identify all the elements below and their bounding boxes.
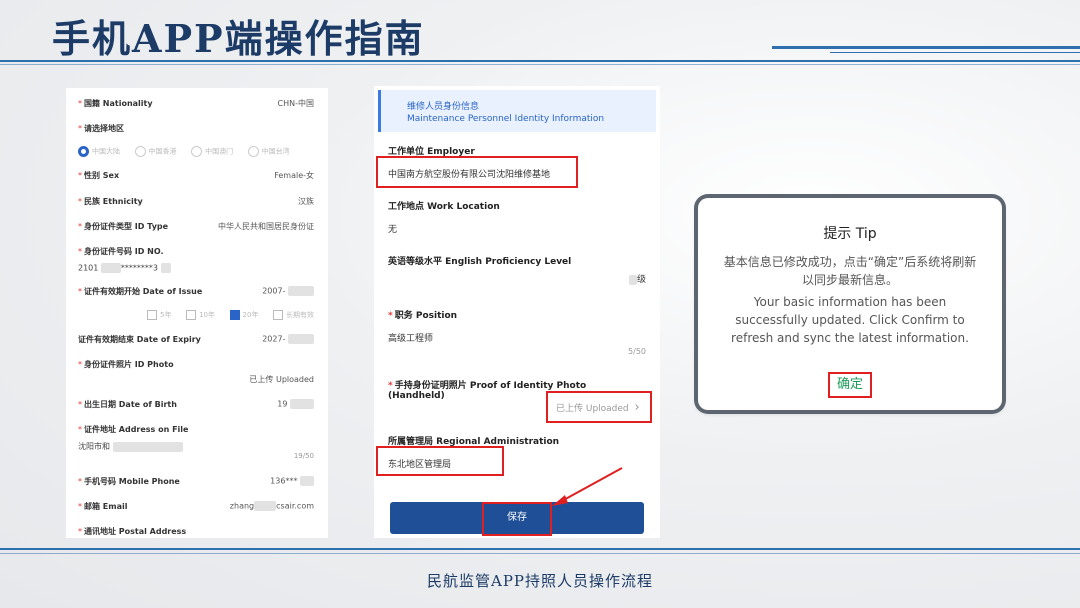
region-label: 请选择地区 [84,124,124,133]
issue-date-label: 证件有效期开始 Date of Issue [84,287,203,296]
work-location-value: 无 [388,225,398,235]
redaction [254,501,277,511]
dialog-title: 提示 Tip [823,226,877,242]
validity-option-10y[interactable]: 10年 [186,310,215,320]
personnel-identity-form: 维修人员身份信息 Maintenance Personnel Identity … [374,86,660,538]
redaction [288,334,314,344]
proof-photo-highlight-box [546,391,652,423]
mobile-label: 手机号码 Mobile Phone [84,477,180,486]
position-label: 职务 Position [394,311,458,321]
idtype-value: 中华人民共和国居民身份证 [218,222,314,231]
idno-value-suffix: ********3 [120,263,158,273]
section-title-zh: 维修人员身份信息 [407,102,480,112]
title-deco-line-thin [830,52,1080,53]
nationality-row[interactable]: * 国籍 Nationality CHN-中国 [78,98,314,109]
mobile-value: 136*** [270,476,298,486]
expiry-date-value: 2027- [262,334,286,344]
redaction [290,399,314,409]
redaction [288,286,314,296]
address-counter: 19/50 [293,452,314,460]
sex-value: Female-女 [274,171,314,180]
address-label: 证件地址 Address on File [84,425,189,434]
email-label: 邮箱 Email [84,502,128,511]
confirm-button[interactable]: 确定 [828,372,872,398]
sex-label: 性别 Sex [84,171,120,180]
region-option-taiwan[interactable]: 中国台湾 [247,146,290,157]
id-photo-row[interactable]: * 身份证件照片 ID Photo [78,359,314,370]
email-row[interactable]: * 邮箱 Email zhang csair.com [78,501,314,512]
work-location-row[interactable]: 工作地点 Work Location 无 [388,199,646,235]
regional-admin-highlight-box [376,446,504,476]
dob-value: 19 [277,399,288,409]
english-level-label: 英语等级水平 English Proficiency Level [388,257,572,267]
issue-date-row[interactable]: * 证件有效期开始 Date of Issue 2007- [78,286,314,297]
ethnicity-label: 民族 Ethnicity [84,197,143,206]
title-underline-thin [0,64,1080,65]
idno-row[interactable]: * 身份证件号码 ID NO. 2101 ********3 [78,246,314,273]
page-title: 手机APP端操作指南 [52,16,425,61]
english-level-value-wrap: 级 [628,272,646,285]
address-row[interactable]: * 证件地址 Address on File 沈阳市和 19/50 [78,424,314,460]
id-photo-status: 已上传 Uploaded [249,375,314,384]
email-value-prefix: zhang [229,501,255,511]
region-option-mainland[interactable]: 中国大陆 [78,146,120,157]
dialog-message-en: Your basic information has been successf… [731,295,969,345]
redaction [160,263,171,273]
validity-option-20y[interactable]: 20年 [229,310,258,320]
basic-info-form: * 国籍 Nationality CHN-中国 * 请选择地区 中国大陆 中国香港 … [66,88,328,538]
footer-line [0,548,1080,550]
validity-option-permanent[interactable]: 长期有效 [273,310,314,320]
footer-caption: 民航监管APP持照人员操作流程 [426,572,654,590]
employer-highlight-box [376,156,578,188]
save-highlight-box [482,502,552,536]
tip-dialog: 提示 Tip 基本信息已修改成功，点击“确定”后系统将刷新以同步最新信息。 Yo… [698,198,1002,410]
section-header: 维修人员身份信息 Maintenance Personnel Identity … [378,90,656,132]
title-underline [0,60,1080,62]
ethnicity-value: 汉族 [298,197,314,206]
issue-date-value: 2007- [262,286,286,296]
ethnicity-row[interactable]: * 民族 Ethnicity 汉族 [78,196,314,207]
redaction [100,263,121,273]
dob-label: 出生日期 Date of Birth [84,400,177,409]
dialog-message-zh: 基本信息已修改成功，点击“确定”后系统将刷新以同步最新信息。 [723,255,977,287]
section-title-en: Maintenance Personnel Identity Informati… [407,114,605,124]
nationality-label: 国籍 Nationality [84,99,153,108]
region-row: * 请选择地区 [78,124,124,133]
work-location-label: 工作地点 Work Location [388,202,500,212]
redaction [112,441,183,452]
idtype-row[interactable]: * 身份证件类型 ID Type 中华人民共和国居民身份证 [78,221,314,232]
email-value-suffix: csair.com [276,501,314,511]
redaction [300,476,314,486]
title-deco-line [772,46,1080,49]
region-options: 中国大陆 中国香港 中国澳门 中国台湾 [78,146,314,157]
idtype-label: 身份证件类型 ID Type [84,222,169,231]
sex-row[interactable]: * 性别 Sex Female-女 [78,170,314,181]
redaction [628,274,637,285]
expiry-date-row[interactable]: 证件有效期结束 Date of Expiry 2027- [78,334,314,345]
idno-value-prefix: 2101 [78,263,99,273]
position-counter: 5/50 [628,347,646,356]
mobile-row[interactable]: * 手机号码 Mobile Phone 136*** [78,476,314,487]
expiry-date-label: 证件有效期结束 Date of Expiry [78,335,201,344]
position-value: 高级工程师 [388,334,434,344]
position-row[interactable]: * 职务 Position 高级工程师 5/50 [388,308,646,356]
footer-line-thin [0,553,1080,554]
validity-option-5y[interactable]: 5年 [147,310,172,320]
english-level-row[interactable]: 英语等级水平 English Proficiency Level 级 [388,254,646,285]
dob-row[interactable]: * 出生日期 Date of Birth 19 [78,399,314,410]
idno-label: 身份证件号码 ID NO. [84,247,164,256]
address-value: 沈阳市和 [78,442,110,451]
id-photo-label: 身份证件照片 ID Photo [84,360,174,369]
validity-options: 5年 10年 20年 长期有效 [78,310,314,320]
postal-row[interactable]: * 通讯地址 Postal Address [78,526,314,537]
postal-label: 通讯地址 Postal Address [84,527,187,536]
nationality-value: CHN-中国 [277,99,314,108]
english-level-value: 级 [636,275,646,285]
region-option-macau[interactable]: 中国澳门 [191,146,233,157]
region-option-hongkong[interactable]: 中国香港 [134,146,177,157]
